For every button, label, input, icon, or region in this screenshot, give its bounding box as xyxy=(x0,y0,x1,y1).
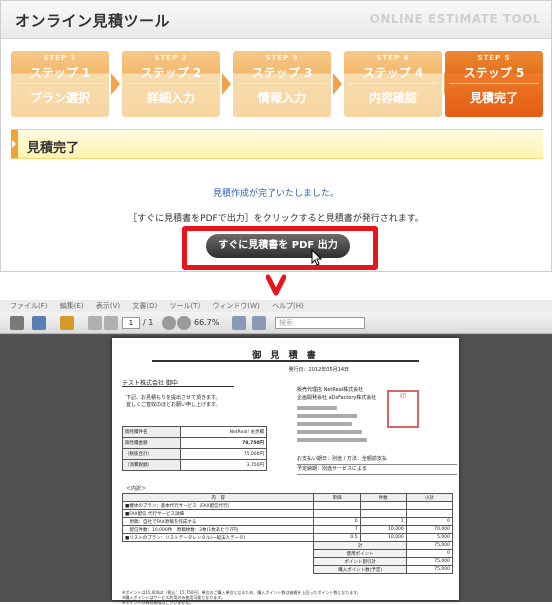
step-3: STEP 3 ステップ 3 情報入力 xyxy=(233,51,331,117)
step-arrow-icon xyxy=(111,73,120,95)
total-row: 使用ポイント 0 xyxy=(123,549,454,558)
share-icon[interactable] xyxy=(60,316,74,330)
step-5: STEP 5 ステップ 5 見積完了 xyxy=(445,51,543,117)
step-number: STEP 3 xyxy=(265,54,299,62)
step-label: ステップ 5 xyxy=(463,66,525,80)
step-title: 見積完了 xyxy=(469,91,518,105)
mouse-cursor-icon xyxy=(311,249,323,266)
page-total: / 1 xyxy=(143,318,154,327)
estimate-document: 御 見 積 書 発行日：2012年05月14日 テスト株式会社 御中 下記、お見… xyxy=(112,338,459,605)
detail-label: ＜内訳＞ xyxy=(126,486,147,492)
doc-lead: 下記、お見積もりを提出させて頂きます。 宜しくご査収のほどお願い申し上げます。 xyxy=(126,395,221,408)
table-row: 原稿：自社でFAX原稿を作成する 0 1 0 xyxy=(121,517,454,526)
step-4: STEP 4 ステップ 4 内容確認 xyxy=(344,51,442,117)
table-row: 配信件数：10,000件 原稿枚数：2枚(1枚あたり7円) 7 10,000 70,0… xyxy=(121,525,454,534)
instruction-message: ［すぐに見積書をPDFで出力］をクリックすると見積書が発行されます。 xyxy=(128,214,424,224)
zoom-in-icon[interactable] xyxy=(177,316,191,330)
step-2: STEP 2 ステップ 2 詳細入力 xyxy=(122,51,220,117)
detail-table: 内 容 単価 件数 小計 ■機体のプラン：基本代行サービス（FAX配信代行） ■… xyxy=(121,493,454,574)
table-header-row: 内 容 単価 件数 小計 xyxy=(121,493,454,502)
fit-width-icon[interactable] xyxy=(252,316,266,330)
step-arrow-icon xyxy=(222,73,231,95)
menu-tools[interactable]: ツール(T) xyxy=(169,300,200,312)
summary-table: 御見積件名 NetReal! お見積 御見積金額 78,750円 （税抜合計） 75,… xyxy=(122,426,268,471)
zoom-out-icon[interactable] xyxy=(162,316,176,330)
menu-window[interactable]: ウィンドウ(W) xyxy=(212,300,259,312)
print-icon[interactable] xyxy=(10,316,24,330)
web-header: オンライン見積ツール ONLINE ESTIMATE TOOL xyxy=(1,1,551,39)
step-label: ステップ 4 xyxy=(362,66,424,80)
section-header: 見積完了 xyxy=(11,129,543,159)
pdf-viewer-window: ファイル(F) 編集(E) 表示(V) 文書(D) ツール(T) ウィンドウ(W… xyxy=(0,300,552,605)
step-title: 情報入力 xyxy=(257,91,306,105)
step-title: 詳細入力 xyxy=(146,91,195,105)
page-title: オンライン見積ツール xyxy=(15,12,171,30)
step-number: STEP 4 xyxy=(376,54,410,62)
total-row: 計 75,000 xyxy=(123,541,454,550)
brand-logo-text: ONLINE ESTIMATE TOOL xyxy=(369,12,541,26)
company-seal-icon: 印 xyxy=(387,390,419,428)
page-number-input[interactable]: 1 xyxy=(122,317,140,329)
search-input[interactable]: 検索 xyxy=(275,317,365,329)
doc-date: 発行日：2012年05月14日 xyxy=(288,367,349,373)
step-arrow-icon xyxy=(333,73,342,95)
step-1: STEP 1 ステップ 1 プラン選択 xyxy=(11,51,109,117)
table-row: ■FAX配信 代行サービス詳細 xyxy=(121,509,454,518)
section-title: 見積完了 xyxy=(27,141,80,156)
step-title: プラン選択 xyxy=(29,91,90,105)
menu-file[interactable]: ファイル(F) xyxy=(10,300,48,312)
total-row: ポイント割引計 75,000 xyxy=(123,557,454,566)
table-row: ■リストのプラン：リストデータレンタル(一般法人データ) 0.5 10,000 5,0… xyxy=(121,533,454,542)
menu-help[interactable]: ヘルプ(H) xyxy=(272,300,304,312)
step-number: STEP 5 xyxy=(477,54,511,62)
step-number: STEP 1 xyxy=(43,54,77,62)
zoom-level[interactable]: 66.7% xyxy=(194,316,219,330)
next-page-icon[interactable] xyxy=(104,316,118,330)
step-progress: STEP 1 ステップ 1 プラン選択 STEP 2 ステップ 2 詳細入力 S… xyxy=(11,51,543,121)
doc-notes: ※ポイントは15,000pt（税込：15,750円）単位のご購入単位となるため、… xyxy=(122,590,361,605)
pdf-output-button[interactable]: すぐに見積書を PDF 出力 xyxy=(206,234,350,258)
down-arrow-icon xyxy=(266,274,286,296)
step-label: ステップ 3 xyxy=(251,66,313,80)
step-number: STEP 2 xyxy=(154,54,188,62)
completion-message: 見積作成が完了いたしました。 xyxy=(212,189,339,199)
step-label: ステップ 2 xyxy=(140,66,202,80)
menu-bar: ファイル(F) 編集(E) 表示(V) 文書(D) ツール(T) ウィンドウ(W… xyxy=(0,300,552,312)
email-icon[interactable] xyxy=(32,316,46,330)
menu-edit[interactable]: 編集(E) xyxy=(60,300,84,312)
step-title: 内容確認 xyxy=(368,91,417,105)
fit-page-icon[interactable] xyxy=(232,316,246,330)
doc-seller: 販売代理店 NetReal株式会社 企画開発会社 aDsFactory株式会社 xyxy=(297,386,376,442)
step-label: ステップ 1 xyxy=(29,66,91,80)
prev-page-icon[interactable] xyxy=(88,316,102,330)
estimate-web-page: オンライン見積ツール ONLINE ESTIMATE TOOL STEP 1 ス… xyxy=(0,0,552,272)
menu-view[interactable]: 表示(V) xyxy=(96,300,120,312)
pdf-toolbar: 1 / 1 66.7% 検索 xyxy=(0,312,552,334)
menu-document[interactable]: 文書(D) xyxy=(132,300,157,312)
section-marker-icon xyxy=(11,130,18,158)
table-row: ■機体のプラン：基本代行サービス（FAX配信代行） xyxy=(121,501,454,510)
total-row: 購入ポイント数(予定) 75,000 xyxy=(123,565,454,574)
